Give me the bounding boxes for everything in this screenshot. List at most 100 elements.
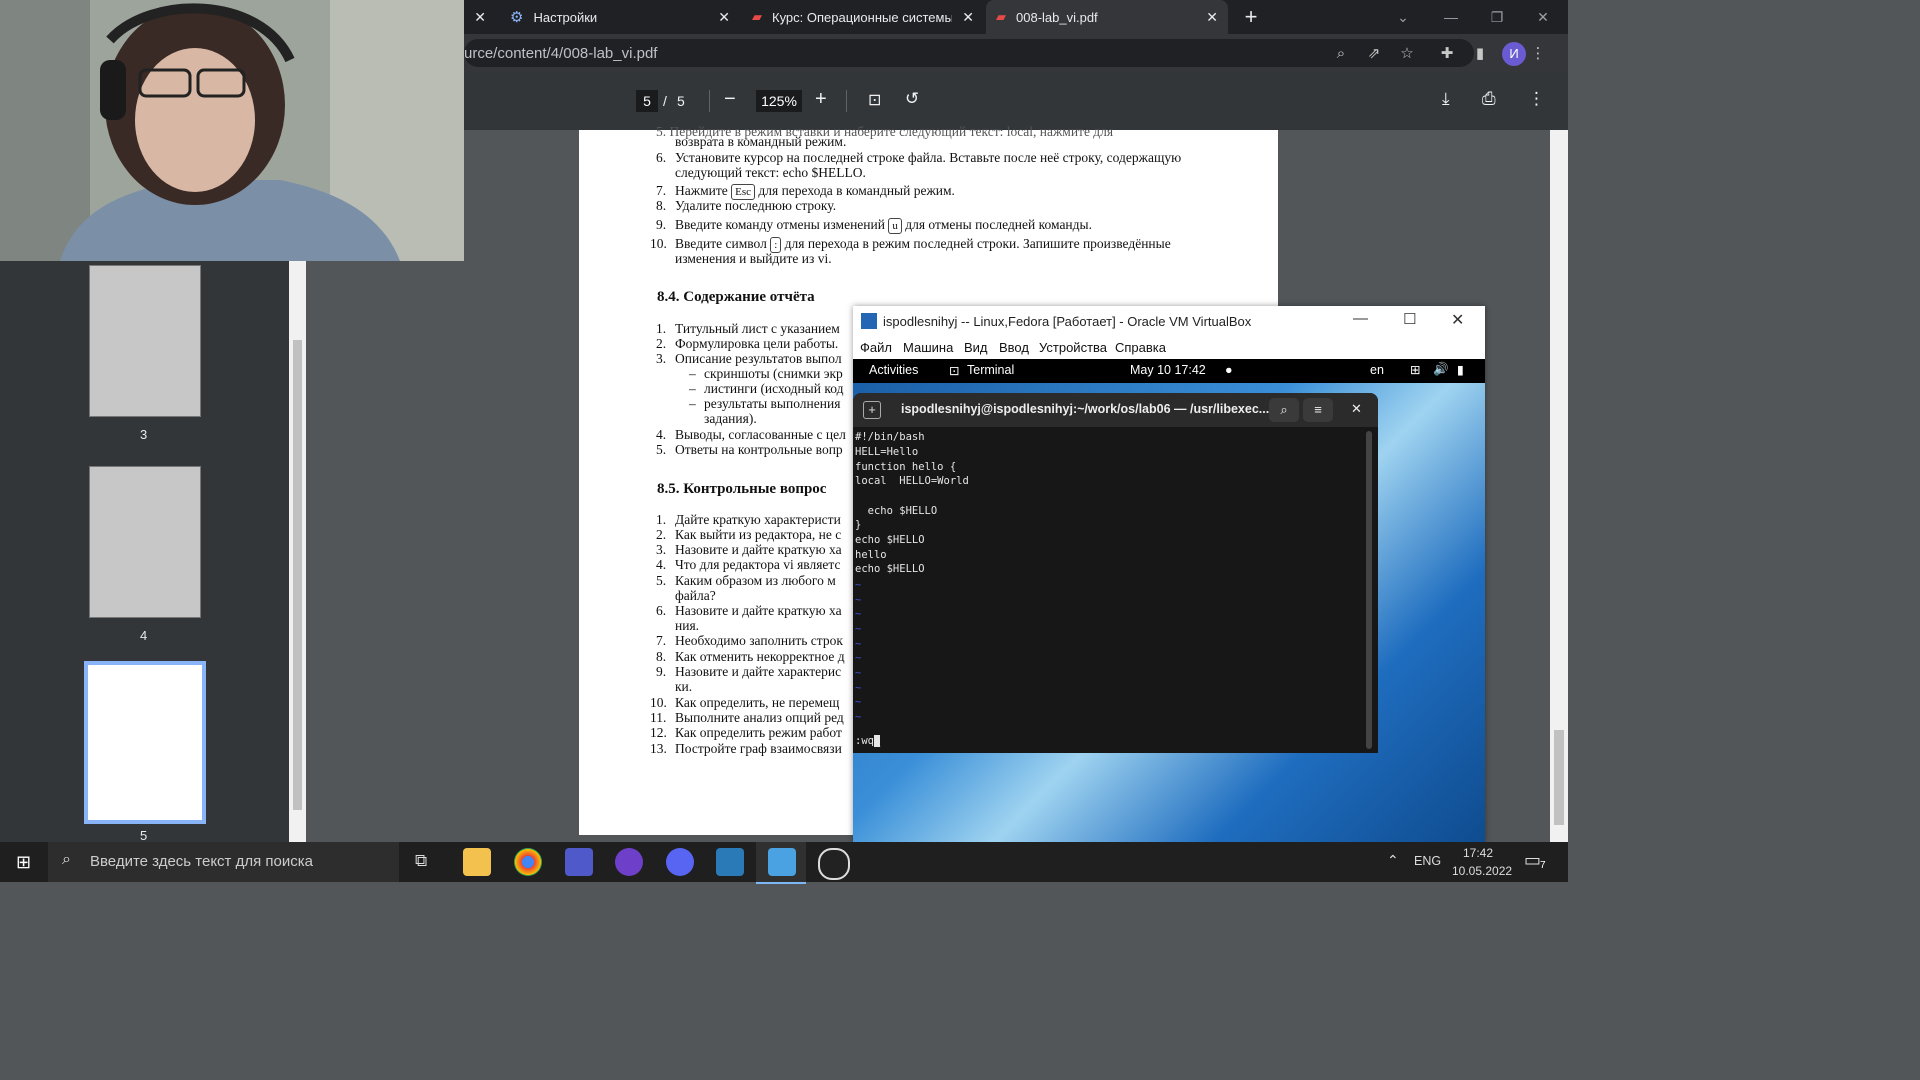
tab-title: 008-lab_vi.pdf bbox=[1016, 9, 1098, 25]
download-icon[interactable]: ⤓ bbox=[1442, 89, 1450, 109]
keyboard-lang[interactable]: ENG bbox=[1414, 854, 1441, 868]
scroll-thumb[interactable] bbox=[293, 340, 302, 810]
empty-line-marker: ~ bbox=[855, 652, 862, 664]
windows-start-icon[interactable]: ⊞ bbox=[16, 852, 31, 873]
terminal-scrollbar[interactable] bbox=[1366, 431, 1372, 749]
terminal-title: ispodlesnihyj@ispodlesnihyj:~/work/os/la… bbox=[901, 402, 1270, 416]
github-desktop-icon[interactable] bbox=[615, 848, 643, 876]
new-tab-icon[interactable]: + bbox=[863, 401, 881, 419]
thumbnail-page-3[interactable] bbox=[89, 265, 201, 417]
vi-command-line[interactable]: :wq_ bbox=[855, 735, 881, 747]
close-tab-icon[interactable]: ✕ bbox=[474, 9, 486, 26]
terminal-line: HELL=Hello bbox=[855, 446, 919, 458]
notifications-icon[interactable]: ▭ bbox=[1524, 850, 1541, 871]
more-options-icon[interactable]: ⋮ bbox=[1528, 89, 1545, 109]
page-scrollbar[interactable] bbox=[1550, 130, 1568, 842]
scroll-thumb[interactable] bbox=[1554, 730, 1564, 825]
fit-page-icon[interactable]: ⊡ bbox=[868, 90, 881, 110]
menu-help[interactable]: Справка bbox=[1115, 340, 1166, 355]
zoom-level-input[interactable]: 125% bbox=[756, 90, 802, 112]
new-tab-button[interactable]: + bbox=[1236, 0, 1266, 34]
menu-file[interactable]: Файл bbox=[860, 340, 892, 355]
restore-icon[interactable]: ❐ bbox=[1474, 0, 1520, 34]
webcam-overlay bbox=[0, 0, 464, 261]
list-item: Описание результатов выпол bbox=[675, 351, 842, 366]
menu-kebab-icon[interactable]: ⋮ bbox=[1528, 44, 1548, 64]
menu-view[interactable]: Вид bbox=[964, 340, 988, 355]
close-tab-icon[interactable]: ✕ bbox=[718, 9, 730, 26]
battery-icon[interactable]: ▮ bbox=[1457, 362, 1464, 377]
page-number-input[interactable]: 5 bbox=[636, 90, 658, 112]
discord-icon[interactable] bbox=[666, 848, 694, 876]
keyboard-layout[interactable]: en bbox=[1370, 363, 1384, 377]
side-panel-icon[interactable]: ▮ bbox=[1470, 44, 1490, 64]
list-num: 1. bbox=[656, 321, 667, 336]
search-icon[interactable]: ⌕ bbox=[1269, 398, 1299, 422]
list-num: 7. bbox=[656, 633, 667, 648]
tab-pdf[interactable]: ▰ 008-lab_vi.pdf ✕ bbox=[986, 0, 1228, 34]
list-item: Каким образом из любого м bbox=[675, 573, 836, 588]
menu-devices[interactable]: Устройства bbox=[1039, 340, 1107, 355]
obs-icon[interactable] bbox=[818, 848, 850, 880]
extensions-icon[interactable]: ✚ bbox=[1437, 44, 1457, 64]
thumbnail-page-4[interactable] bbox=[89, 466, 201, 618]
zoom-in-icon[interactable]: + bbox=[815, 88, 827, 111]
gear-icon: ⚙ bbox=[510, 9, 524, 26]
list-item: следующий текст: echo $HELLO. bbox=[675, 165, 866, 180]
close-window-icon[interactable]: ✕ bbox=[1451, 310, 1464, 330]
volume-icon[interactable]: 🔊 bbox=[1433, 362, 1449, 377]
list-num: 10. bbox=[650, 236, 667, 251]
clock[interactable]: May 10 17:42 bbox=[1130, 363, 1206, 377]
tab-course[interactable]: ▰ Курс: Операционные системы ( ✕ bbox=[742, 0, 984, 34]
zoom-icon[interactable]: ⌕ bbox=[1331, 44, 1351, 64]
app-menu[interactable]: Terminal bbox=[967, 363, 1014, 377]
activities-button[interactable]: Activities bbox=[869, 363, 918, 377]
network-icon[interactable]: ⊞ bbox=[1410, 362, 1420, 377]
share-icon[interactable]: ⇗ bbox=[1364, 44, 1384, 64]
bookmark-star-icon[interactable]: ☆ bbox=[1397, 44, 1417, 64]
terminal-line: local HELLO=World bbox=[855, 475, 969, 487]
taskbar-search[interactable]: ⌕ Введите здесь текст для поиска bbox=[48, 842, 399, 882]
menu-input[interactable]: Ввод bbox=[999, 340, 1029, 355]
vbox-titlebar: ispodlesnihyj -- Linux,Fedora [Работает]… bbox=[853, 306, 1485, 337]
minimize-icon[interactable]: — bbox=[1353, 310, 1368, 327]
chrome-icon[interactable] bbox=[514, 848, 542, 876]
virtualbox-taskbar-icon[interactable] bbox=[716, 848, 744, 876]
thumbnail-page-5[interactable] bbox=[84, 661, 206, 824]
print-icon[interactable]: ⎙ bbox=[1482, 89, 1496, 109]
hamburger-menu-icon[interactable]: ≡ bbox=[1303, 398, 1333, 422]
list-num: 11. bbox=[650, 710, 667, 725]
tab-search-icon[interactable]: ⌄ bbox=[1380, 0, 1426, 34]
list-num: – bbox=[689, 381, 696, 396]
maximize-icon[interactable]: ☐ bbox=[1403, 310, 1416, 328]
zoom-out-icon[interactable]: − bbox=[724, 88, 736, 111]
virtualbox-icon bbox=[861, 313, 877, 329]
teams-icon[interactable] bbox=[565, 848, 593, 876]
tab-title: Курс: Операционные системы ( bbox=[772, 9, 952, 25]
sidebar-scrollbar[interactable] bbox=[289, 260, 306, 842]
url-text[interactable]: urce/content/4/008-lab_vi.pdf bbox=[464, 45, 657, 62]
tab-settings[interactable]: ⚙ Настройки ✕ bbox=[500, 0, 740, 34]
minimize-icon[interactable]: — bbox=[1428, 0, 1474, 34]
taskbar-time[interactable]: 17:42 bbox=[1463, 846, 1493, 860]
tray-chevron-icon[interactable]: ⌃ bbox=[1387, 852, 1399, 869]
file-explorer-icon[interactable] bbox=[463, 848, 491, 876]
list-item: Постройте граф взаимосвязи bbox=[675, 741, 842, 756]
tab-0[interactable]: ✕ bbox=[464, 0, 496, 34]
close-tab-icon[interactable]: ✕ bbox=[962, 9, 974, 26]
close-tab-icon[interactable]: ✕ bbox=[1206, 9, 1218, 26]
close-window-icon[interactable]: ✕ bbox=[1520, 0, 1566, 34]
menu-machine[interactable]: Машина bbox=[903, 340, 953, 355]
thumbnail-label: 3 bbox=[140, 427, 148, 442]
list-item: Введите команду отмены изменений u для о… bbox=[675, 217, 1092, 234]
empty-line-marker: ~ bbox=[855, 711, 862, 723]
list-item: файла? bbox=[675, 588, 716, 603]
taskbar-date[interactable]: 10.05.2022 bbox=[1452, 864, 1512, 878]
close-icon[interactable]: ✕ bbox=[1351, 401, 1362, 417]
profile-avatar[interactable]: И bbox=[1502, 42, 1526, 66]
task-view-icon[interactable]: ⧉ bbox=[415, 851, 427, 871]
list-item: Дайте краткую характеристи bbox=[675, 512, 841, 527]
search-placeholder: Введите здесь текст для поиска bbox=[90, 853, 313, 870]
rotate-icon[interactable]: ↺ bbox=[905, 89, 919, 109]
list-item: Назовите и дайте краткую ха bbox=[675, 542, 842, 557]
